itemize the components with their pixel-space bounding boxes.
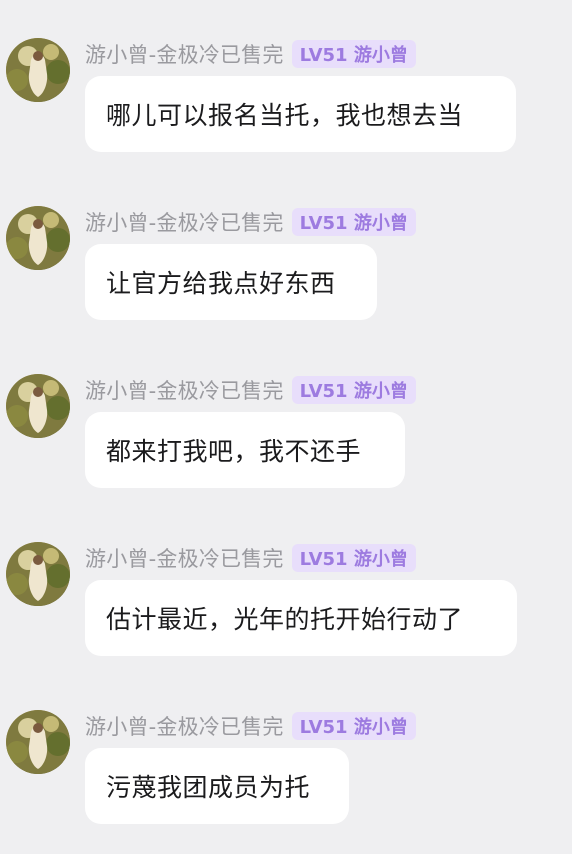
message-item: 游小曾-金极冷已售完 LV51 游小曾 哪儿可以报名当托，我也想去当 [0, 38, 572, 168]
message-text: 都来打我吧，我不还手 [106, 437, 362, 466]
message-bubble[interactable]: 让官方给我点好东西 [85, 244, 377, 320]
level-badge: LV51 游小曾 [291, 712, 416, 740]
message-meta: 游小曾-金极冷已售完 LV51 游小曾 [85, 38, 416, 70]
username[interactable]: 游小曾-金极冷已售完 [85, 711, 284, 741]
message-item: 游小曾-金极冷已售完 LV51 游小曾 估计最近，光年的托开始行动了 [0, 542, 572, 672]
message-bubble[interactable]: 哪儿可以报名当托，我也想去当 [85, 76, 516, 152]
message-text: 估计最近，光年的托开始行动了 [106, 605, 464, 634]
level-badge: LV51 游小曾 [291, 208, 416, 236]
message-meta: 游小曾-金极冷已售完 LV51 游小曾 [85, 710, 416, 742]
message-item: 游小曾-金极冷已售完 LV51 游小曾 都来打我吧，我不还手 [0, 374, 572, 504]
message-item: 游小曾-金极冷已售完 LV51 游小曾 污蔑我团成员为托 [0, 710, 572, 840]
message-bubble[interactable]: 估计最近，光年的托开始行动了 [85, 580, 517, 656]
message-meta: 游小曾-金极冷已售完 LV51 游小曾 [85, 374, 416, 406]
message-bubble[interactable]: 都来打我吧，我不还手 [85, 412, 405, 488]
user-avatar-icon[interactable] [6, 374, 70, 438]
username[interactable]: 游小曾-金极冷已售完 [85, 207, 284, 237]
user-avatar-icon[interactable] [6, 38, 70, 102]
user-avatar-icon[interactable] [6, 542, 70, 606]
level-badge: LV51 游小曾 [291, 40, 416, 68]
message-item: 游小曾-金极冷已售完 LV51 游小曾 让官方给我点好东西 [0, 206, 572, 336]
level-badge: LV51 游小曾 [291, 544, 416, 572]
user-avatar-icon[interactable] [6, 206, 70, 270]
username[interactable]: 游小曾-金极冷已售完 [85, 543, 284, 573]
message-meta: 游小曾-金极冷已售完 LV51 游小曾 [85, 542, 416, 574]
message-bubble[interactable]: 污蔑我团成员为托 [85, 748, 349, 824]
message-text: 污蔑我团成员为托 [106, 773, 311, 802]
username[interactable]: 游小曾-金极冷已售完 [85, 375, 284, 405]
user-avatar-icon[interactable] [6, 710, 70, 774]
chat-list: 游小曾-金极冷已售完 LV51 游小曾 哪儿可以报名当托，我也想去当 游小曾-金… [0, 0, 572, 854]
message-text: 哪儿可以报名当托，我也想去当 [106, 101, 464, 130]
level-badge: LV51 游小曾 [291, 376, 416, 404]
username[interactable]: 游小曾-金极冷已售完 [85, 39, 284, 69]
message-text: 让官方给我点好东西 [106, 269, 336, 298]
message-meta: 游小曾-金极冷已售完 LV51 游小曾 [85, 206, 416, 238]
